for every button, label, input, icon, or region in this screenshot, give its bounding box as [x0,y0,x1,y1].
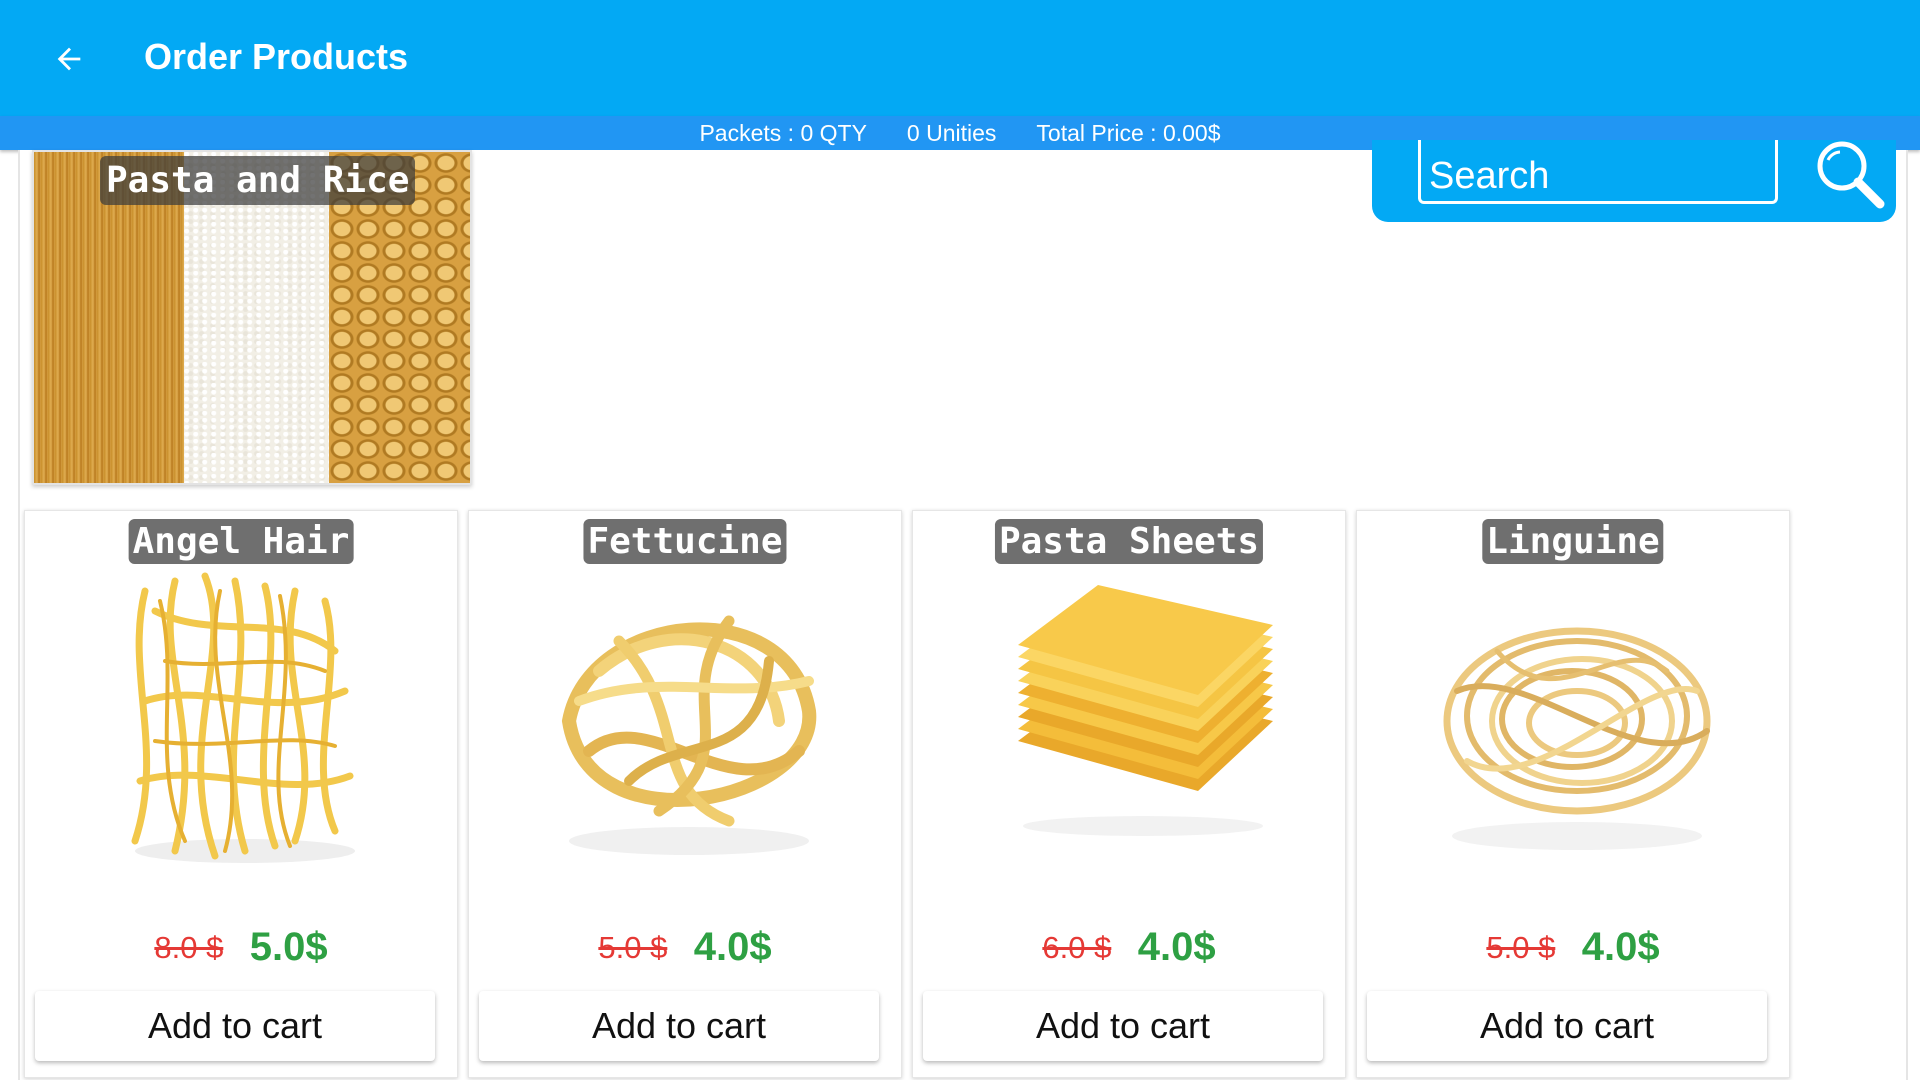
sale-price: 4.0$ [1581,925,1660,969]
search-button[interactable] [1808,140,1894,216]
product-name: Pasta Sheets [994,519,1264,564]
original-price: 8.0 $ [154,929,224,965]
product-card-pasta-sheets[interactable]: Pasta Sheets 6.0 $ 4.0$ Add to cart [912,510,1346,1078]
category-label: Pasta and Rice [100,156,416,205]
fettucine-image [561,615,817,855]
angel-hair-image [131,572,355,863]
original-price: 6.0 $ [1042,929,1112,965]
pasta-sheets-image [1018,585,1273,836]
price-row: 5.0 $ 4.0$ [469,925,901,970]
add-to-cart-button[interactable]: Add to cart [923,991,1323,1061]
main-content: Pasta and Rice Search Angel Hair 8.0 $ 5… [18,140,1908,1080]
product-name: Linguine [1482,519,1664,564]
search-bar [1372,140,1896,222]
add-to-cart-button[interactable]: Add to cart [1367,991,1767,1061]
product-card-linguine[interactable]: Linguine 5.0 $ 4.0$ Add to cart [1356,510,1790,1078]
packets-count: Packets : 0 QTY [699,119,867,146]
sale-price: 4.0$ [1137,925,1216,969]
arrow-left-icon [57,47,81,71]
app-bar: Order Products [0,0,1920,116]
search-icon [1817,141,1885,209]
search-input[interactable] [1418,140,1778,204]
unities-count: 0 Unities [906,119,997,146]
product-name: Fettucine [583,519,787,564]
product-card-fettucine[interactable]: Fettucine 5.0 $ 4.0$ Add to cart [468,510,902,1078]
back-button[interactable] [44,34,94,84]
original-price: 5.0 $ [1486,929,1556,965]
price-row: 6.0 $ 4.0$ [913,925,1345,970]
product-name: Angel Hair [128,519,354,564]
price-row: 8.0 $ 5.0$ [25,925,457,970]
product-grid: Angel Hair 8.0 $ 5.0$ Add to cart Fettuc… [20,510,1820,1080]
linguine-image [1443,627,1711,850]
price-row: 5.0 $ 4.0$ [1357,925,1789,970]
original-price: 5.0 $ [598,929,668,965]
page-title: Order Products [144,36,409,77]
total-price: Total Price : 0.00$ [1036,119,1221,146]
category-banner-pasta-and-rice[interactable]: Pasta and Rice [32,150,472,485]
product-card-angel-hair[interactable]: Angel Hair 8.0 $ 5.0$ Add to cart [24,510,458,1078]
add-to-cart-button[interactable]: Add to cart [479,991,879,1061]
add-to-cart-button[interactable]: Add to cart [35,991,435,1061]
sale-price: 4.0$ [693,925,772,969]
sale-price: 5.0$ [249,925,328,969]
